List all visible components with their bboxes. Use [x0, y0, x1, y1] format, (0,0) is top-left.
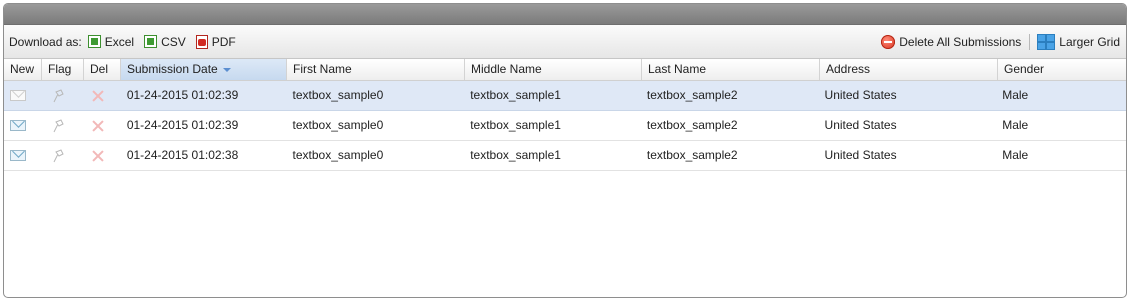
submission-date-header-label: Submission Date [127, 62, 218, 76]
table-row[interactable]: 01-24-2015 01:02:38 textbox_sample0 text… [4, 141, 1126, 171]
submission-date-cell: 01-24-2015 01:02:39 [126, 118, 239, 132]
grid-body: 01-24-2015 01:02:39 textbox_sample0 text… [4, 81, 1126, 171]
envelope-unread-icon[interactable] [10, 120, 26, 131]
download-excel-label: Excel [104, 34, 135, 49]
address-cell: United States [824, 148, 897, 162]
flag-icon[interactable] [50, 88, 66, 104]
flag-cell [42, 81, 84, 110]
envelope-read-icon[interactable] [10, 90, 26, 101]
sort-descending-icon [222, 67, 231, 72]
last-name-cell: textbox_sample2 [646, 148, 738, 162]
delete-cell [84, 141, 121, 170]
expand-grid-icon [1037, 33, 1056, 50]
download-label: Download as: [9, 34, 82, 49]
download-csv-label: CSV [161, 34, 186, 49]
address-cell: United States [824, 118, 897, 132]
toolbar: Download as: Excel CSV PDF Delete All Su… [4, 25, 1126, 59]
column-header-gender[interactable]: Gender [998, 59, 1126, 80]
table-row[interactable]: 01-24-2015 01:02:39 textbox_sample0 text… [4, 81, 1126, 111]
delete-all-icon [881, 34, 896, 49]
last-name-cell: textbox_sample2 [646, 88, 738, 102]
table-row[interactable]: 01-24-2015 01:02:39 textbox_sample0 text… [4, 111, 1126, 141]
download-pdf-label: PDF [211, 34, 236, 49]
first-name-cell: textbox_sample0 [292, 88, 384, 102]
csv-icon [144, 35, 158, 48]
flag-icon[interactable] [50, 148, 66, 164]
flag-icon[interactable] [50, 118, 66, 134]
column-header-flag[interactable]: Flag [42, 59, 84, 80]
delete-icon[interactable] [92, 120, 104, 132]
download-csv-button[interactable]: CSV [144, 35, 186, 49]
download-pdf-button[interactable]: PDF [195, 34, 236, 49]
last-name-cell: textbox_sample2 [646, 118, 738, 132]
column-header-last-name[interactable]: Last Name [642, 59, 820, 80]
pdf-icon [195, 34, 208, 49]
gender-cell: Male [1002, 148, 1029, 162]
delete-cell [84, 81, 121, 110]
new-cell [4, 111, 42, 140]
submission-date-cell: 01-24-2015 01:02:39 [126, 88, 239, 102]
submissions-panel: Download as: Excel CSV PDF Delete All Su… [3, 3, 1127, 298]
grid-header: New Flag Del Submission Date First Name … [4, 59, 1126, 81]
excel-icon [87, 35, 101, 48]
flag-cell [42, 141, 84, 170]
column-header-address[interactable]: Address [820, 59, 998, 80]
column-header-del[interactable]: Del [84, 59, 121, 80]
middle-name-cell: textbox_sample1 [470, 148, 561, 162]
toolbar-divider [1029, 33, 1031, 50]
larger-grid-label: Larger Grid [1059, 34, 1120, 49]
delete-icon[interactable] [92, 90, 104, 102]
column-header-submission-date[interactable]: Submission Date [121, 59, 287, 80]
delete-icon[interactable] [92, 150, 104, 162]
flag-cell [42, 111, 84, 140]
address-cell: United States [824, 88, 897, 102]
column-header-middle-name[interactable]: Middle Name [465, 59, 642, 80]
middle-name-cell: textbox_sample1 [470, 118, 561, 132]
column-header-new[interactable]: New [4, 59, 42, 80]
download-excel-button[interactable]: Excel [87, 34, 135, 49]
column-header-first-name[interactable]: First Name [287, 59, 465, 80]
gender-cell: Male [1002, 88, 1029, 102]
delete-all-label: Delete All Submissions [899, 34, 1022, 49]
first-name-cell: textbox_sample0 [292, 118, 384, 132]
first-name-cell: textbox_sample0 [292, 148, 384, 162]
larger-grid-button[interactable]: Larger Grid [1037, 33, 1120, 50]
new-cell [4, 81, 42, 110]
delete-cell [84, 111, 121, 140]
envelope-unread-icon[interactable] [10, 150, 26, 161]
new-cell [4, 141, 42, 170]
gender-cell: Male [1002, 118, 1029, 132]
delete-all-submissions-button[interactable]: Delete All Submissions [881, 34, 1022, 49]
submission-date-cell: 01-24-2015 01:02:38 [126, 148, 239, 162]
middle-name-cell: textbox_sample1 [470, 88, 561, 102]
panel-titlebar [4, 4, 1126, 25]
